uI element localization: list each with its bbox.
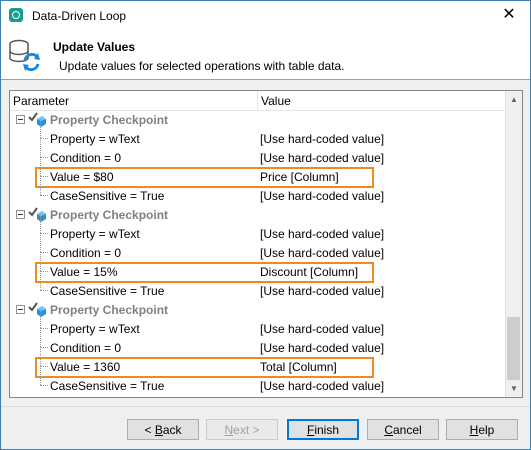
vertical-scrollbar[interactable]: ▲ ▼ (505, 91, 522, 397)
parameter-name: CaseSensitive = True (50, 379, 165, 393)
tree-line (40, 271, 42, 290)
parameter-row[interactable]: Condition = 0 [Use hard-coded value] (10, 233, 506, 262)
parameter-row[interactable]: Property = wText [Use hard-coded value] (10, 119, 506, 148)
group-label: Property Checkpoint (50, 303, 169, 317)
page-subtitle: Update values for selected operations wi… (59, 59, 345, 73)
parameter-value[interactable]: [Use hard-coded value] (260, 227, 384, 241)
scroll-thumb[interactable] (507, 317, 520, 380)
cancel-button[interactable]: Cancel (367, 419, 439, 440)
parameter-row[interactable]: CaseSensitive = True [Use hard-coded valu… (10, 176, 506, 205)
parameter-row[interactable]: Property = wText [Use hard-coded value] (10, 309, 506, 338)
parameter-name: CaseSensitive = True (50, 284, 165, 298)
app-icon (9, 8, 23, 22)
parameter-name: Condition = 0 (50, 341, 122, 355)
parameter-name: CaseSensitive = True (50, 189, 165, 203)
scroll-up-icon[interactable]: ▲ (506, 91, 522, 108)
parameter-value[interactable]: [Use hard-coded value] (260, 284, 384, 298)
tree-line (40, 233, 42, 252)
help-button[interactable]: Help (446, 419, 518, 440)
parameter-value[interactable]: [Use hard-coded value] (260, 322, 384, 336)
tree-line (40, 328, 42, 347)
title-bar: Data-Driven Loop ✕ (1, 1, 530, 30)
wizard-header: Update Values Update values for selected… (1, 30, 530, 80)
page-title: Update Values (53, 40, 136, 54)
parameter-name: Property = wText (50, 322, 140, 336)
column-parameter[interactable]: Parameter (13, 94, 69, 108)
tree-line (40, 290, 48, 291)
parameter-name: Condition = 0 (50, 151, 122, 165)
dialog-window: Data-Driven Loop ✕ Update Values Update … (0, 0, 531, 450)
parameter-value[interactable]: Discount [Column] (260, 265, 358, 279)
checkpoint-icon (28, 301, 46, 317)
close-icon[interactable]: ✕ (494, 2, 524, 28)
collapse-icon[interactable] (16, 115, 25, 124)
parameter-row[interactable]: Property = wText [Use hard-coded value] (10, 214, 506, 243)
column-value[interactable]: Value (261, 94, 291, 108)
parameter-name: Value = $80 (50, 170, 114, 184)
group-label: Property Checkpoint (50, 113, 169, 127)
collapse-icon[interactable] (16, 210, 25, 219)
next-button[interactable]: Next > (206, 419, 278, 440)
parameter-row[interactable]: Condition = 0 [Use hard-coded value] (10, 328, 506, 357)
tree-line (40, 176, 42, 195)
footer-divider (1, 406, 530, 407)
parameter-row[interactable]: Value = 1360 Total [Column] (10, 347, 506, 378)
parameter-value[interactable]: Total [Column] (260, 360, 337, 374)
tree-line (40, 119, 42, 138)
collapse-icon[interactable] (16, 305, 25, 314)
parameter-row[interactable]: CaseSensitive = True [Use hard-coded valu… (10, 366, 506, 395)
tree-line (40, 385, 48, 386)
tree-line (40, 366, 42, 385)
parameter-name: Condition = 0 (50, 246, 122, 260)
window-title: Data-Driven Loop (32, 9, 127, 23)
group-label: Property Checkpoint (50, 208, 169, 222)
parameter-value[interactable]: [Use hard-coded value] (260, 246, 384, 260)
checkpoint-icon (28, 111, 46, 127)
database-sync-icon (9, 39, 40, 72)
parameter-value[interactable]: Price [Column] (260, 170, 339, 184)
tree-line (40, 214, 42, 233)
tree-rows: Property Checkpoint Property = wText [Use … (10, 110, 506, 395)
checkpoint-icon (28, 206, 46, 222)
parameter-value[interactable]: [Use hard-coded value] (260, 189, 384, 203)
finish-button[interactable]: Finish (287, 419, 359, 440)
parameter-value[interactable]: [Use hard-coded value] (260, 132, 384, 146)
scroll-down-icon[interactable]: ▼ (506, 380, 522, 397)
tree-line (40, 138, 42, 157)
column-header: Parameter Value (10, 91, 506, 111)
checkpoint-group-row[interactable]: Property Checkpoint (10, 110, 506, 129)
parameter-value[interactable]: [Use hard-coded value] (260, 379, 384, 393)
tree-line (40, 309, 42, 328)
parameter-name: Value = 1360 (50, 360, 121, 374)
checkpoint-group-row[interactable]: Property Checkpoint (10, 300, 506, 319)
parameter-name: Property = wText (50, 132, 140, 146)
parameter-row[interactable]: Condition = 0 [Use hard-coded value] (10, 138, 506, 167)
checkpoint-group-row[interactable]: Property Checkpoint (10, 205, 506, 224)
parameter-name: Property = wText (50, 227, 140, 241)
parameter-tree[interactable]: Parameter Value Property Checkpoint Prope… (9, 90, 523, 398)
column-divider[interactable] (257, 91, 258, 110)
parameter-row[interactable]: Value = 15% Discount [Column] (10, 252, 506, 283)
parameter-row[interactable]: CaseSensitive = True [Use hard-coded valu… (10, 271, 506, 300)
parameter-value[interactable]: [Use hard-coded value] (260, 151, 384, 165)
back-button[interactable]: < Back (127, 419, 199, 440)
parameter-row[interactable]: Value = $80 Price [Column] (10, 157, 506, 188)
parameter-value[interactable]: [Use hard-coded value] (260, 341, 384, 355)
tree-line (40, 195, 48, 196)
parameter-name: Value = 15% (50, 265, 118, 279)
